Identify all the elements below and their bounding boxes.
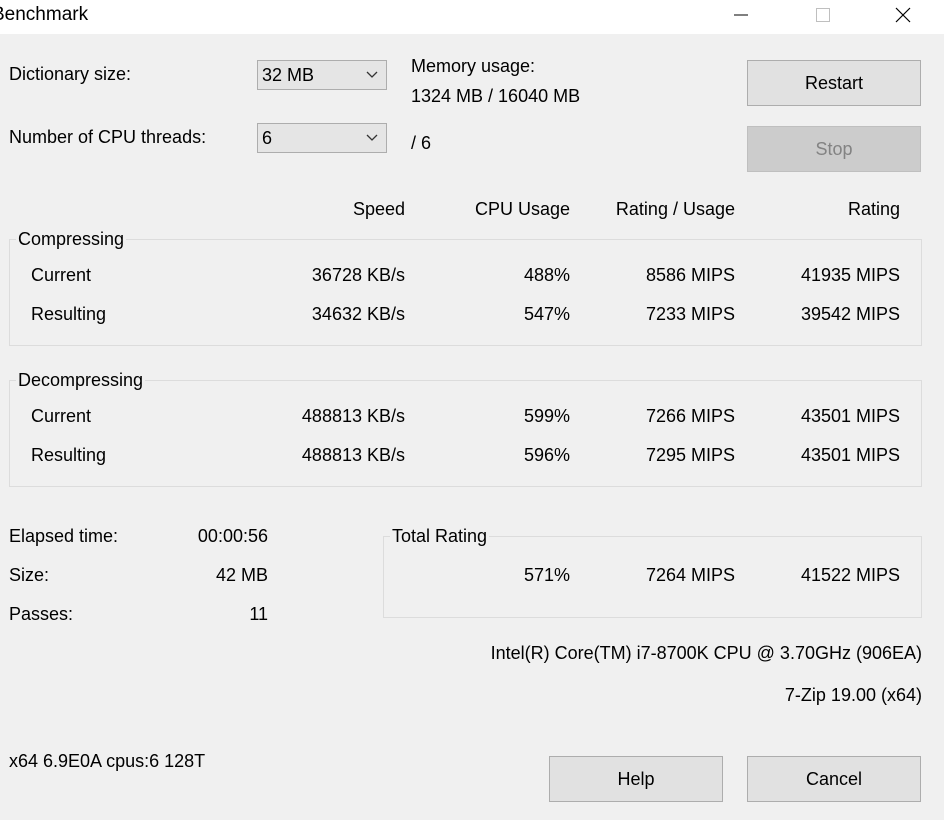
cpu-name: Intel(R) Core(TM) i7-8700K CPU @ 3.70GHz…	[490, 643, 922, 663]
compress-resulting-rating-usage: 7233 MIPS	[645, 304, 735, 324]
maximize-icon	[816, 8, 830, 22]
minimize-button[interactable]	[718, 0, 764, 30]
maximize-button[interactable]	[800, 0, 846, 30]
compress-resulting-rating: 39542 MIPS	[800, 304, 900, 324]
column-header-speed: Speed	[352, 199, 405, 219]
decompressing-group-title: Decompressing	[16, 370, 146, 391]
dictionary-size-label: Dictionary size:	[9, 64, 132, 84]
cpu-threads-max: / 6	[411, 133, 432, 153]
decompressing-group	[9, 380, 922, 487]
chevron-down-icon	[366, 71, 378, 78]
decompress-current-speed: 488813 KB/s	[301, 406, 405, 426]
title-bar: Benchmark	[0, 0, 944, 34]
decompress-current-rating-usage: 7266 MIPS	[645, 406, 735, 426]
compress-current-rating-usage: 8586 MIPS	[645, 265, 735, 285]
decompress-resulting-cpu: 596%	[523, 445, 570, 465]
compressing-group-title: Compressing	[16, 229, 127, 250]
passes-value: 11	[249, 604, 268, 624]
total-rating-title: Total Rating	[390, 526, 490, 547]
decompress-resulting-rating-usage: 7295 MIPS	[645, 445, 735, 465]
compress-current-speed: 36728 KB/s	[311, 265, 405, 285]
stop-button[interactable]: Stop	[747, 126, 921, 172]
dictionary-size-value: 32 MB	[262, 65, 315, 85]
column-header-rating: Rating	[847, 199, 900, 219]
help-button[interactable]: Help	[549, 756, 723, 802]
dictionary-size-select[interactable]: 32 MB	[257, 60, 387, 90]
size-label: Size:	[9, 565, 50, 585]
total-rating-usage: 7264 MIPS	[645, 565, 735, 585]
decompress-current-rating: 43501 MIPS	[800, 406, 900, 426]
compress-current-rating: 41935 MIPS	[800, 265, 900, 285]
compress-current-label: Current	[31, 265, 92, 285]
size-value: 42 MB	[215, 565, 268, 585]
compressing-group	[9, 239, 922, 346]
total-rating: 41522 MIPS	[800, 565, 900, 585]
column-header-cpu-usage: CPU Usage	[474, 199, 570, 219]
compress-current-cpu: 488%	[523, 265, 570, 285]
decompress-resulting-speed: 488813 KB/s	[301, 445, 405, 465]
close-button[interactable]	[880, 0, 926, 30]
elapsed-time-label: Elapsed time:	[9, 526, 119, 546]
column-header-rating-usage: Rating / Usage	[615, 199, 735, 219]
elapsed-time-value: 00:00:56	[197, 526, 268, 546]
window-title: Benchmark	[0, 4, 89, 25]
cpu-threads-label: Number of CPU threads:	[9, 127, 207, 147]
close-icon	[895, 7, 911, 23]
decompress-current-label: Current	[31, 406, 92, 426]
passes-label: Passes:	[9, 604, 74, 624]
chevron-down-icon	[366, 134, 378, 141]
minimize-icon	[734, 14, 748, 16]
compress-resulting-cpu: 547%	[523, 304, 570, 324]
compress-resulting-label: Resulting	[31, 304, 107, 324]
memory-usage-value: 1324 MB / 16040 MB	[411, 86, 581, 106]
cancel-button[interactable]: Cancel	[747, 756, 921, 802]
decompress-resulting-rating: 43501 MIPS	[800, 445, 900, 465]
compress-resulting-speed: 34632 KB/s	[311, 304, 405, 324]
memory-usage-label: Memory usage:	[411, 56, 536, 76]
cpu-threads-value: 6	[262, 128, 273, 148]
version-info: 7-Zip 19.00 (x64)	[784, 685, 922, 705]
system-info: x64 6.9E0A cpus:6 128T	[9, 751, 206, 771]
decompress-current-cpu: 599%	[523, 406, 570, 426]
total-cpu: 571%	[523, 565, 570, 585]
cpu-threads-select[interactable]: 6	[257, 123, 387, 153]
decompress-resulting-label: Resulting	[31, 445, 107, 465]
restart-button[interactable]: Restart	[747, 60, 921, 106]
